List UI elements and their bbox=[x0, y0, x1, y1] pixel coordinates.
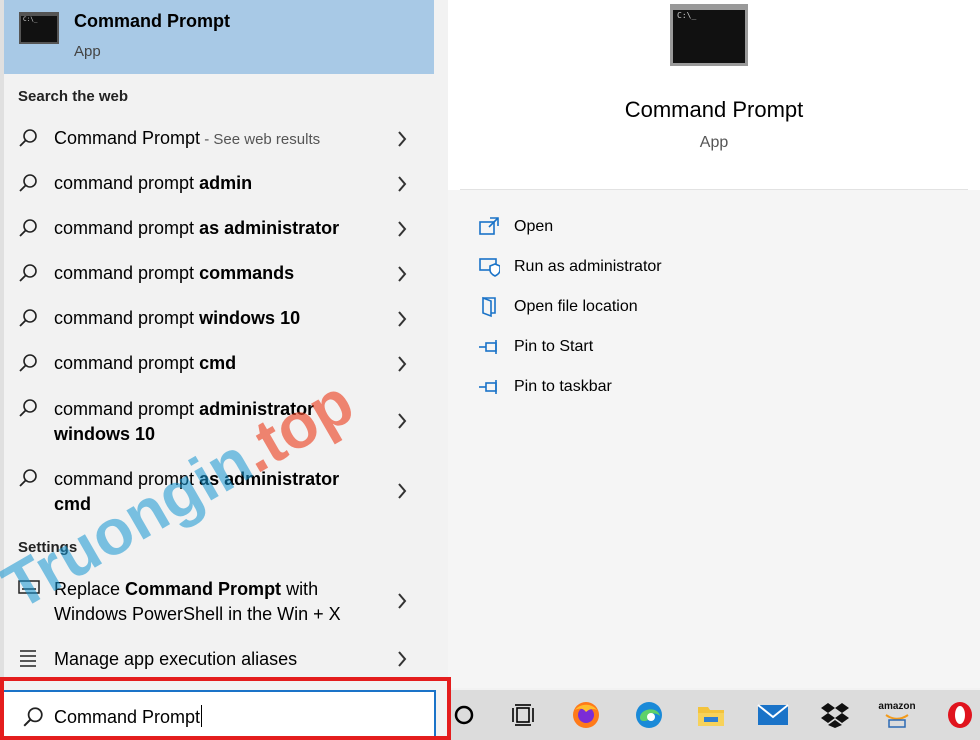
search-icon bbox=[19, 264, 37, 282]
preview-subtitle: App bbox=[699, 134, 729, 151]
web-result-text: command prompt bbox=[54, 399, 200, 419]
web-result-item[interactable]: command prompt admin bbox=[4, 163, 434, 205]
search-icon bbox=[19, 174, 37, 192]
action-run-as-administrator[interactable]: Run as administrator bbox=[478, 256, 778, 280]
chevron-right-icon bbox=[398, 356, 407, 372]
dropbox-icon[interactable] bbox=[818, 699, 852, 731]
shield-icon bbox=[479, 258, 500, 277]
chevron-right-icon bbox=[398, 176, 407, 192]
web-result-hint: - See web results bbox=[200, 131, 321, 148]
search-icon bbox=[19, 469, 37, 487]
task-view-icon[interactable] bbox=[506, 699, 540, 731]
text-caret bbox=[201, 705, 203, 727]
section-heading-settings: Settings bbox=[18, 539, 78, 556]
section-heading-web: Search the web bbox=[18, 88, 129, 105]
web-result-bold: as administrator bbox=[199, 218, 340, 238]
search-query: Command Prompt bbox=[54, 707, 201, 727]
chevron-right-icon bbox=[398, 131, 407, 147]
search-icon bbox=[19, 129, 37, 147]
chevron-right-icon bbox=[398, 266, 407, 282]
chevron-right-icon bbox=[398, 311, 407, 327]
search-input[interactable]: Command Prompt bbox=[0, 690, 436, 740]
web-result-item[interactable]: command prompt administrator windows 10 bbox=[4, 388, 434, 454]
action-label: Run as administrator bbox=[514, 258, 662, 275]
action-label: Open file location bbox=[514, 298, 638, 315]
web-result-item[interactable]: command prompt windows 10 bbox=[4, 298, 434, 340]
settings-result-item[interactable]: Replace Command Prompt with Windows Powe… bbox=[4, 568, 434, 634]
amazon-icon[interactable]: amazon bbox=[878, 699, 916, 731]
web-result-item[interactable]: command prompt as administrator bbox=[4, 208, 434, 250]
web-result-bold: commands bbox=[199, 263, 295, 283]
cmd-app-icon: C:\_ bbox=[19, 12, 59, 44]
settings-result-text: Manage app execution aliases bbox=[54, 649, 298, 669]
web-result-item[interactable]: command prompt as administrator cmd bbox=[4, 458, 434, 524]
action-label: Pin to Start bbox=[514, 338, 594, 355]
cmd-app-icon-large: C:\_ bbox=[670, 4, 748, 66]
pin-icon bbox=[479, 340, 497, 354]
web-result-bold: admin bbox=[199, 173, 253, 193]
action-label: Pin to taskbar bbox=[514, 378, 612, 395]
folder-location-icon bbox=[482, 296, 496, 318]
web-result-text: command prompt bbox=[54, 469, 200, 489]
action-label: Open bbox=[514, 218, 554, 235]
cortana-icon[interactable] bbox=[447, 699, 481, 731]
best-match-item[interactable]: C:\_ Command Prompt App bbox=[4, 0, 434, 74]
settings-result-text: Replace bbox=[54, 579, 126, 599]
web-result-text: command prompt bbox=[54, 353, 200, 373]
web-result-text: command prompt bbox=[54, 308, 200, 328]
edge-icon[interactable] bbox=[632, 699, 666, 731]
search-icon bbox=[19, 309, 37, 327]
firefox-icon[interactable] bbox=[569, 699, 603, 731]
web-result-item[interactable]: command prompt commands bbox=[4, 253, 434, 295]
keyboard-icon bbox=[18, 580, 40, 594]
chevron-right-icon bbox=[398, 483, 407, 499]
mail-icon[interactable] bbox=[756, 699, 790, 731]
web-result-item[interactable]: command prompt cmd bbox=[4, 343, 434, 385]
web-result-item[interactable]: Command Prompt - See web results bbox=[4, 118, 434, 160]
open-icon bbox=[479, 217, 499, 235]
web-result-text: Command Prompt bbox=[54, 128, 201, 148]
chevron-right-icon bbox=[398, 221, 407, 237]
file-explorer-icon[interactable] bbox=[694, 699, 728, 731]
action-open-file-location[interactable]: Open file location bbox=[478, 296, 778, 320]
taskbar: amazon bbox=[451, 690, 980, 740]
best-match-subtitle: App bbox=[74, 43, 101, 60]
web-result-text: command prompt bbox=[54, 218, 200, 238]
preview-title: Command Prompt bbox=[624, 97, 804, 122]
chevron-right-icon bbox=[398, 651, 407, 667]
search-icon bbox=[19, 399, 37, 417]
web-result-bold: cmd bbox=[199, 353, 237, 373]
action-open[interactable]: Open bbox=[478, 216, 778, 240]
pin-icon bbox=[479, 380, 497, 394]
chevron-right-icon bbox=[398, 413, 407, 429]
search-icon bbox=[19, 354, 37, 372]
best-match-title: Command Prompt bbox=[74, 11, 231, 31]
web-result-bold: windows 10 bbox=[199, 308, 301, 328]
settings-result-bold: Command Prompt bbox=[125, 579, 282, 599]
list-icon bbox=[20, 650, 36, 667]
web-result-text: command prompt bbox=[54, 173, 200, 193]
opera-icon[interactable] bbox=[943, 699, 977, 731]
search-icon bbox=[19, 219, 37, 237]
divider bbox=[460, 189, 968, 190]
action-pin-to-taskbar[interactable]: Pin to taskbar bbox=[478, 376, 778, 400]
search-icon bbox=[23, 707, 43, 727]
chevron-right-icon bbox=[398, 593, 407, 609]
web-result-text: command prompt bbox=[54, 263, 200, 283]
action-pin-to-start[interactable]: Pin to Start bbox=[478, 336, 778, 360]
settings-result-item[interactable]: Manage app execution aliases bbox=[4, 638, 434, 680]
